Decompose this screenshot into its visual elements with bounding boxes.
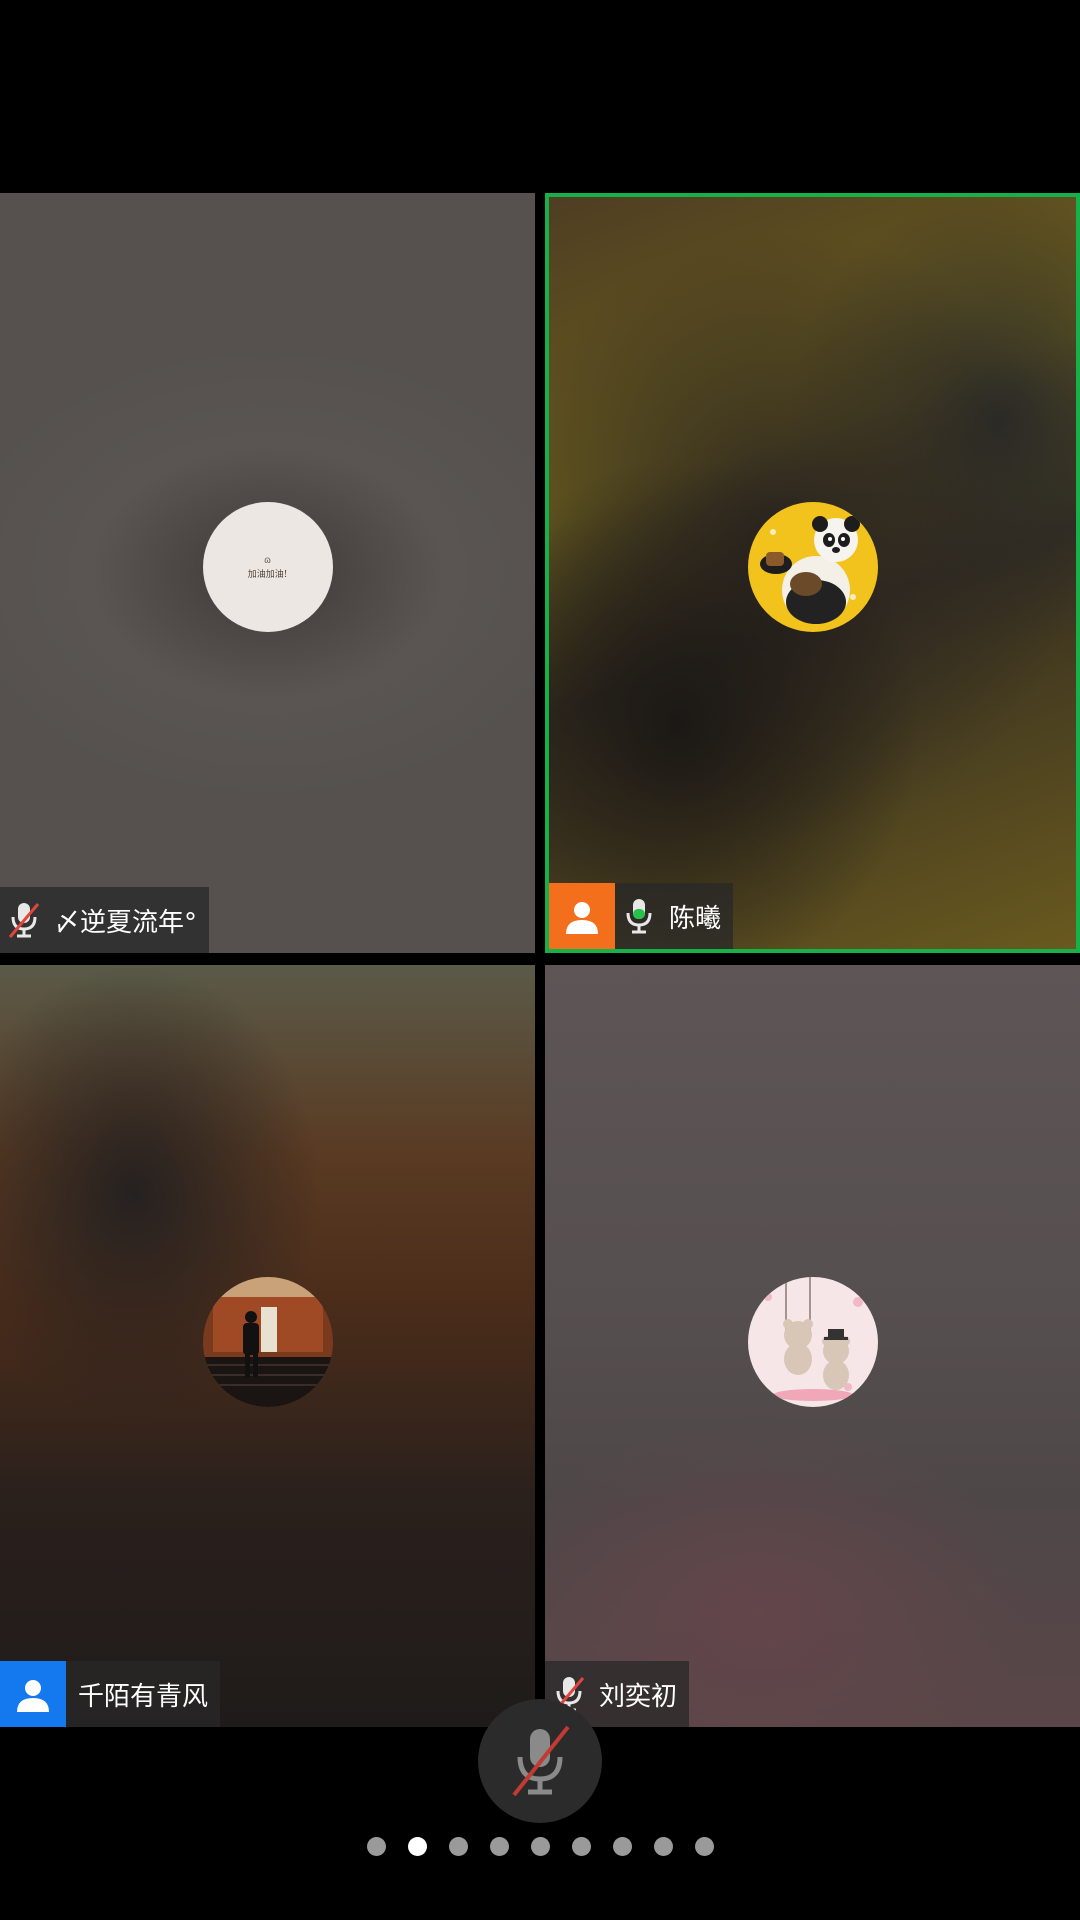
participant-avatar	[202, 1277, 333, 1407]
participant-name-tag: 千陌有青风	[0, 1661, 221, 1727]
participant-name-tag: 〆逆夏流年°	[0, 887, 210, 953]
page-dot-6[interactable]	[571, 1837, 591, 1856]
participant-name-tag: 陈曦	[549, 883, 734, 949]
page-indicator	[0, 1837, 1080, 1856]
page-dot-8[interactable]	[653, 1837, 673, 1856]
bunny-doodle-icon: ɷ	[263, 554, 272, 566]
participant-avatar	[747, 1277, 878, 1407]
participant-tile-1[interactable]: ɷ 加油加油! 〆逆夏流年°	[0, 193, 535, 953]
participant-avatar	[747, 502, 878, 632]
person-icon	[549, 883, 615, 949]
participant-tile-2[interactable]: 陈曦	[545, 193, 1080, 953]
page-dot-7[interactable]	[612, 1837, 632, 1856]
participant-tile-4[interactable]: 刘奕初	[545, 965, 1080, 1727]
mic-active-icon	[615, 883, 663, 949]
person-icon	[0, 1661, 66, 1727]
mic-muted-icon	[512, 1725, 570, 1797]
participant-name: 刘奕初	[599, 1681, 678, 1712]
mute-toggle-button[interactable]	[478, 1699, 602, 1823]
participant-tile-3[interactable]: 千陌有青风	[0, 965, 535, 1727]
participant-name: 陈曦	[669, 903, 722, 934]
page-dot-3[interactable]	[448, 1837, 468, 1856]
page-dot-1[interactable]	[366, 1837, 386, 1856]
page-dot-9[interactable]	[694, 1837, 714, 1856]
avatar-text: 加油加油!	[247, 569, 288, 580]
page-dot-4[interactable]	[489, 1837, 509, 1856]
participant-avatar: ɷ 加油加油!	[202, 502, 333, 632]
participant-name: 千陌有青风	[78, 1681, 209, 1712]
participant-name: 〆逆夏流年°	[54, 907, 198, 938]
page-dot-5[interactable]	[530, 1837, 550, 1856]
page-dot-2[interactable]	[407, 1837, 427, 1856]
mic-muted-icon	[0, 887, 48, 953]
